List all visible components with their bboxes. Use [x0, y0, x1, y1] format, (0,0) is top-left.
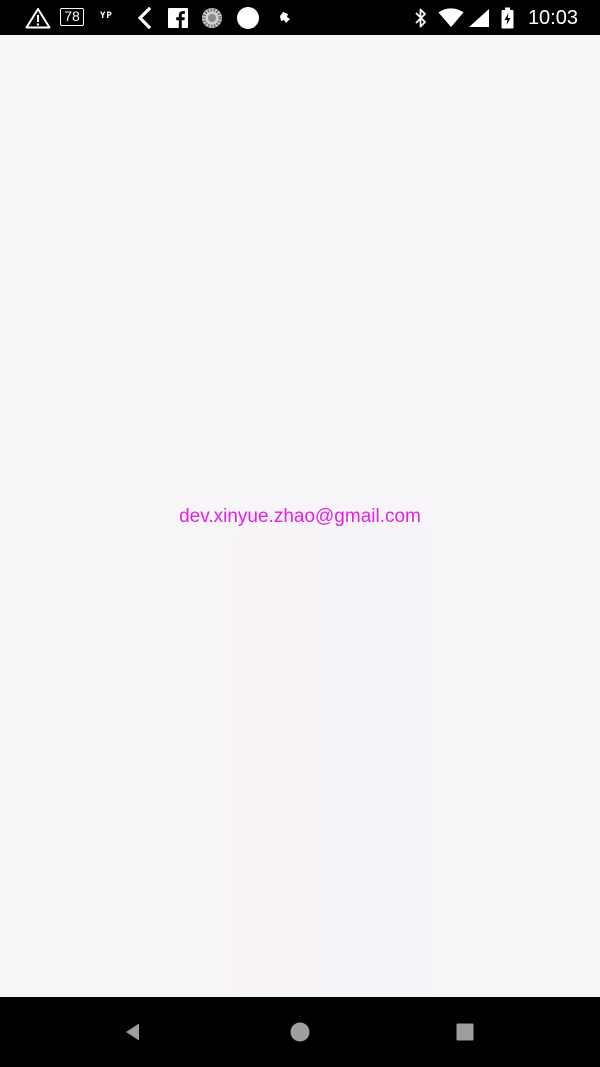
back-button[interactable] [118, 1017, 148, 1047]
cell-signal-icon [467, 0, 491, 35]
notification-count-icon: 78 [60, 8, 84, 26]
facebook-icon [167, 0, 189, 35]
battery-charging-icon [499, 0, 515, 35]
recents-button[interactable] [450, 1017, 480, 1047]
wifi-icon [437, 0, 465, 35]
home-circle-icon [290, 1022, 310, 1042]
navigation-bar [0, 997, 600, 1067]
email-link[interactable]: dev.xinyue.zhao@gmail.com [0, 504, 600, 530]
recents-square-icon [456, 1023, 474, 1041]
white-circle-icon [236, 0, 260, 35]
bluetooth-icon [411, 0, 431, 35]
yp-app-icon: YP [100, 11, 113, 21]
back-arrow-icon [134, 0, 154, 35]
warning-icon [24, 0, 52, 35]
background-panel-right [318, 535, 432, 997]
background-panel-left [238, 535, 318, 997]
dotted-circle-icon [201, 0, 223, 35]
clock-time: 10:03 [527, 7, 578, 29]
main-content: dev.xinyue.zhao@gmail.com [0, 35, 600, 997]
status-bar: 78 YP 10:03 [0, 0, 600, 35]
home-button[interactable] [285, 1017, 315, 1047]
back-triangle-icon [126, 1023, 139, 1041]
small-app-icon [276, 0, 294, 35]
